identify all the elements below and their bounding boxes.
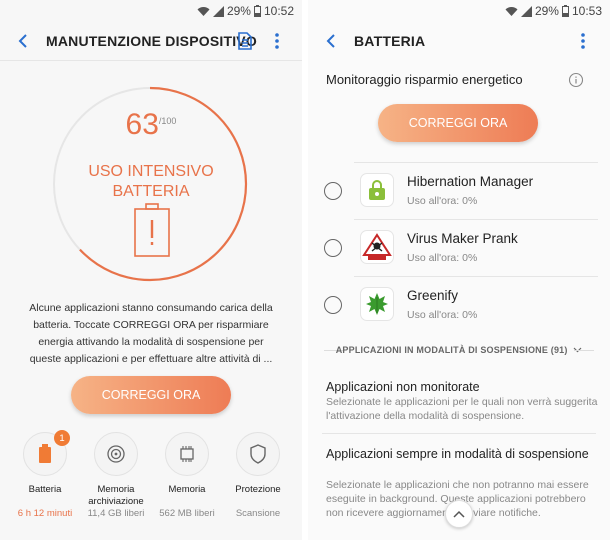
app-usage: Uso all'ora: 0% (407, 309, 478, 321)
chevron-up-icon (453, 510, 465, 518)
score-max: /100 (158, 116, 177, 126)
clock: 10:52 (263, 4, 294, 18)
app-bar: MANUTENZIONE DISPOSITIVO (0, 22, 302, 60)
clock: 10:53 (571, 4, 602, 18)
row-divider (322, 433, 596, 434)
battery-percent: 29% (534, 4, 559, 18)
score: 63/100 (0, 108, 302, 142)
usage-status: USO INTENSIVO BATTERIA (0, 162, 302, 202)
battery-badge: 1 (54, 430, 70, 446)
status-bar: 29% 10:53 (308, 0, 610, 22)
more-options-icon[interactable] (266, 30, 288, 52)
tool-label: Batteria (28, 484, 62, 495)
app-icon-box (360, 173, 394, 207)
wifi-icon (197, 6, 210, 16)
tool-storage-circle (94, 432, 138, 476)
hibernation-manager-icon (369, 180, 385, 200)
device-maintenance-screen: 29% 10:52 MANUTENZIONE DISPOSITIVO 63/10… (0, 0, 302, 540)
app-icon-box (360, 230, 394, 264)
battery-icon (39, 444, 51, 463)
select-radio[interactable] (324, 296, 342, 314)
app-icon-box (360, 287, 394, 321)
select-radio[interactable] (324, 182, 342, 200)
tool-storage[interactable]: Memoria archiviazione 11,4 GB liberi (81, 432, 151, 519)
app-row-hibernation-manager[interactable]: Hibernation Manager Uso all'ora: 0% (308, 162, 610, 219)
page-title: MANUTENZIONE DISPOSITIVO (46, 33, 257, 49)
document-icon[interactable] (234, 30, 256, 52)
section-line-right (574, 350, 594, 351)
tool-label: Memoria (168, 484, 206, 495)
unmonitored-desc: Selezionate le applicazioni per le quali… (326, 396, 598, 422)
more-options-icon[interactable] (572, 30, 594, 52)
tool-battery-circle: 1 (23, 430, 70, 476)
usage-line-2: BATTERIA (112, 183, 190, 200)
sleeping-apps-label: APPLICAZIONI IN MODALITÀ DI SOSPENSIONE … (335, 345, 568, 355)
score-value: 63 (125, 108, 159, 141)
tool-value: Scansione (235, 508, 281, 519)
always-sleep-title: Applicazioni sempre in modalità di sospe… (326, 447, 589, 461)
tool-value: 562 MB liberi (159, 508, 215, 519)
app-usage: Uso all'ora: 0% (407, 195, 478, 207)
app-name: Greenify (407, 288, 459, 303)
app-usage: Uso all'ora: 0% (407, 252, 478, 264)
greenify-icon (366, 293, 388, 315)
battery-percent: 29% (226, 4, 251, 18)
memory-chip-icon (180, 446, 194, 462)
signal-icon (520, 5, 532, 17)
app-name: Virus Maker Prank (407, 231, 518, 246)
app-bar: BATTERIA (308, 22, 610, 60)
tool-value: 11,4 GB liberi (87, 508, 145, 519)
header-divider (0, 60, 302, 61)
status-bar: 29% 10:52 (0, 0, 302, 22)
tool-label: Memoria archiviazione (88, 484, 144, 507)
virus-maker-icon (362, 233, 392, 260)
fix-now-button[interactable]: CORREGGI ORA (71, 376, 231, 414)
back-arrow-icon[interactable] (14, 31, 34, 51)
fix-now-button[interactable]: CORREGGI ORA (378, 104, 538, 142)
scroll-to-top-button[interactable] (445, 500, 473, 528)
tool-value: 6 h 12 minuti (17, 508, 73, 519)
app-name: Hibernation Manager (407, 174, 534, 189)
battery-screen: 29% 10:53 BATTERIA Monitoraggio risparmi… (308, 0, 610, 540)
tool-protection[interactable]: Protezione Scansione (223, 432, 293, 519)
sleeping-apps-header[interactable]: APPLICAZIONI IN MODALITÀ DI SOSPENSIONE … (308, 345, 610, 355)
wifi-icon (505, 6, 518, 16)
select-radio[interactable] (324, 239, 342, 257)
battery-status-icon (561, 5, 569, 17)
battery-warning-icon (134, 203, 170, 257)
signal-icon (212, 5, 224, 17)
battery-description: Alcune applicazioni stanno consumando ca… (29, 302, 273, 365)
battery-status-icon (253, 5, 261, 17)
tool-label: Protezione (235, 484, 281, 495)
app-row-virus-maker-prank[interactable]: Virus Maker Prank Uso all'ora: 0% (308, 219, 610, 276)
usage-line-1: USO INTENSIVO (88, 163, 214, 180)
energy-monitor-label: Monitoraggio risparmio energetico (326, 72, 523, 87)
page-title: BATTERIA (354, 33, 426, 49)
unmonitored-title: Applicazioni non monitorate (326, 380, 480, 394)
tool-protection-circle (236, 432, 280, 476)
tool-memory[interactable]: Memoria 562 MB liberi (152, 432, 222, 519)
info-icon[interactable] (568, 72, 584, 88)
shield-icon (250, 444, 266, 464)
app-row-greenify[interactable]: Greenify Uso all'ora: 0% (308, 276, 610, 333)
tool-memory-circle (165, 432, 209, 476)
back-arrow-icon[interactable] (322, 31, 342, 51)
storage-icon (107, 445, 125, 463)
tool-battery[interactable]: 1 Batteria 6 h 12 minuti (10, 430, 80, 519)
